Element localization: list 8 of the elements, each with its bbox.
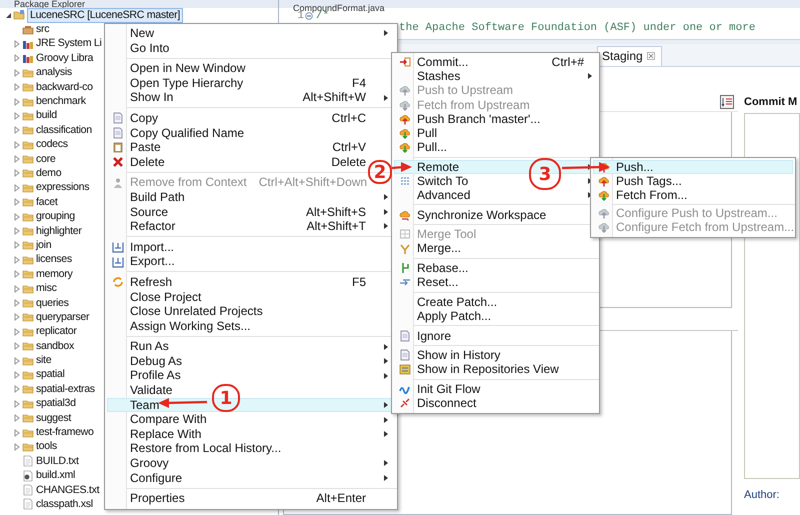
line-number: 1 bbox=[297, 10, 304, 22]
author-label: Author: bbox=[744, 489, 780, 501]
callout-number: 3 bbox=[529, 158, 561, 190]
callout-number: 2 bbox=[368, 160, 392, 184]
callout-number: 1 bbox=[212, 384, 240, 412]
code-line: the Apache Software Foundation (ASF) under one or more bbox=[399, 22, 756, 34]
panel-title: Package Explorer bbox=[0, 0, 278, 8]
section-header: Commit M bbox=[744, 95, 798, 110]
